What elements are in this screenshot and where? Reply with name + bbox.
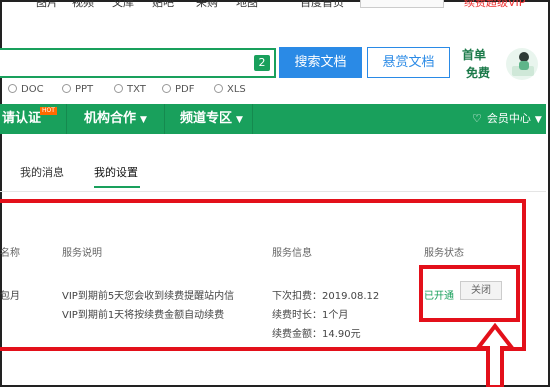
nav-tieba[interactable]: 贴吧 (152, 0, 174, 10)
top-nav: 图片 视频 文库 贴吧 采购 地图 百度首页 续费超级VIP (0, 0, 546, 10)
search-input[interactable] (0, 48, 276, 78)
hot-badge: HOT (40, 107, 57, 115)
first-order-free-promo[interactable]: 首单 免费 (462, 44, 542, 86)
menu-certify[interactable]: 请认证 (2, 104, 41, 134)
caret-down-icon: ▼ (236, 115, 243, 125)
menu-divider (164, 104, 165, 134)
user-box[interactable] (360, 0, 444, 8)
search-docs-button[interactable]: 搜索文档 (279, 47, 362, 78)
radio-icon (62, 84, 71, 93)
nav-images[interactable]: 图片 (36, 0, 58, 10)
tab-my-settings[interactable]: 我的设置 (94, 164, 138, 180)
active-tab-indicator (94, 186, 140, 188)
radio-icon (214, 84, 223, 93)
caret-down-icon: ▼ (140, 115, 147, 125)
filter-txt[interactable]: TXT (114, 84, 146, 95)
filter-pdf[interactable]: PDF (162, 84, 194, 95)
menu-channel-zone[interactable]: 频道专区 ▼ (180, 104, 243, 134)
radio-icon (114, 84, 123, 93)
nav-home[interactable]: 百度首页 (300, 0, 344, 10)
nav-map[interactable]: 地图 (236, 0, 258, 10)
promo-line2: 免费 (466, 66, 491, 80)
reward-docs-button[interactable]: 悬赏文档 (367, 47, 450, 78)
radio-icon (8, 84, 17, 93)
filter-doc[interactable]: DOC (8, 84, 44, 95)
vip-renew-link[interactable]: 续费超级VIP (464, 0, 525, 10)
main-menu-bar: 请认证 HOT 机构合作 ▼ 频道专区 ▼ ♡ 会员中心 ▼ (0, 104, 546, 134)
nav-procure[interactable]: 采购 (196, 0, 218, 10)
promo-illustration-icon (506, 48, 538, 80)
nav-wenku[interactable]: 文库 (112, 0, 134, 10)
tab-my-messages[interactable]: 我的消息 (20, 164, 64, 180)
diamond-icon: ♡ (472, 112, 482, 125)
search-count-badge: 2 (254, 55, 270, 71)
promo-line1: 首单 (462, 48, 487, 62)
menu-org-cooperation[interactable]: 机构合作 ▼ (84, 104, 147, 134)
member-center-menu[interactable]: ♡ 会员中心 ▼ (472, 104, 542, 134)
nav-video[interactable]: 视频 (72, 0, 94, 10)
highlight-box-status (419, 265, 520, 322)
radio-icon (162, 84, 171, 93)
filter-xls[interactable]: XLS (214, 84, 246, 95)
menu-divider (66, 104, 67, 134)
filter-ppt[interactable]: PPT (62, 84, 93, 95)
settings-tabs: 我的消息 我的设置 (0, 150, 546, 192)
menu-divider (252, 104, 253, 134)
caret-down-icon: ▼ (534, 115, 542, 125)
up-arrow-icon (474, 322, 516, 387)
